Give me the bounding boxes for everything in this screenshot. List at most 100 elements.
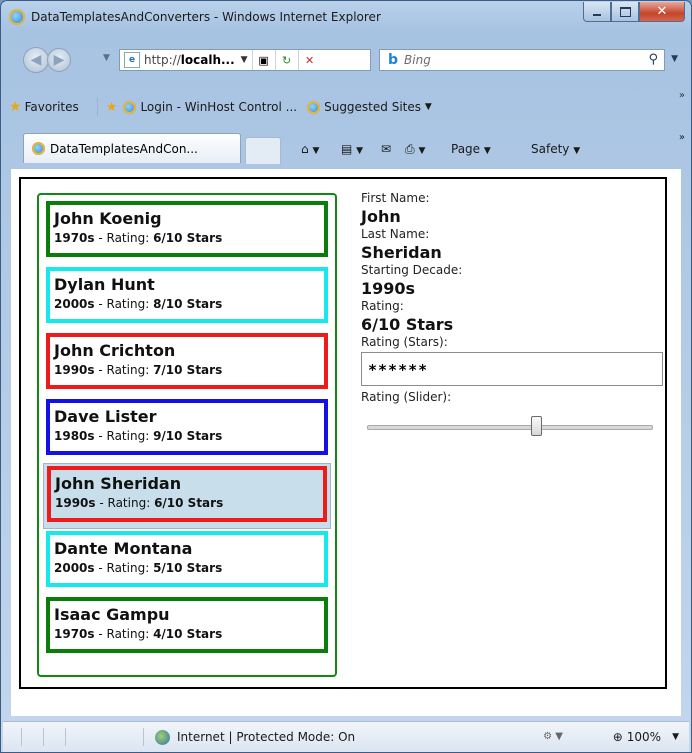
page-menu[interactable]: Page ▼ (451, 142, 491, 156)
suggested-sites-label: Suggested Sites (324, 100, 421, 114)
favorite-link-label: Login - WinHost Control ... (140, 100, 298, 114)
person-meta: 2000s - Rating: 8/10 Stars (54, 295, 320, 313)
slider-thumb[interactable] (530, 416, 542, 436)
compatibility-view-icon[interactable]: ▣ (251, 50, 275, 70)
address-dropdown-icon[interactable]: ▼ (241, 55, 248, 65)
person-name: John Koenig (54, 209, 162, 228)
person-decade: 1980s (54, 429, 95, 443)
back-arrow-icon: ◀ (30, 52, 42, 68)
page-viewport: John Koenig 1970s - Rating: 6/10 Stars Dyl… (11, 169, 681, 716)
rating-stars-textbox[interactable]: ****** (361, 352, 663, 386)
list-item[interactable]: Dylan Hunt 2000s - Rating: 8/10 Stars (43, 265, 331, 331)
zoom-text: 100% (626, 730, 661, 744)
url-scheme: http:// (144, 53, 181, 67)
person-name: Isaac Gampu (54, 605, 170, 624)
minimize-button[interactable] (583, 2, 611, 22)
slider-track[interactable] (367, 425, 653, 430)
chevron-down-icon: ▼ (356, 146, 364, 156)
search-input[interactable]: Bing (404, 53, 664, 67)
person-card: John Koenig 1970s - Rating: 6/10 Stars (46, 201, 328, 257)
status-bar: Internet | Protected Mode: On ⚙ ▼ ⊕ 100%… (3, 721, 689, 752)
list-item[interactable]: Isaac Gampu 1970s - Rating: 4/10 Stars (43, 595, 331, 661)
window-title: DataTemplatesAndConverters - Windows Int… (31, 10, 381, 24)
search-box[interactable]: b Bing ⚲ ▼ (379, 49, 678, 71)
address-bar[interactable]: e http://localh... ▼ ▣ ↻ ✕ (119, 49, 371, 71)
close-icon: ✕ (656, 4, 668, 19)
browser-window: DataTemplatesAndConverters - Windows Int… (0, 0, 692, 753)
list-item[interactable]: John Crichton 1990s - Rating: 7/10 Stars (43, 331, 331, 397)
read-mail-button[interactable]: ✉ (381, 142, 391, 156)
favorites-bar: ★ Favorites ★ Login - WinHost Control ..… (3, 90, 689, 120)
status-divider (143, 728, 144, 746)
zoom-icon: ⊕ (612, 730, 623, 744)
rating-prefix: - Rating: (94, 627, 154, 641)
search-icon[interactable]: ⚲ (648, 52, 658, 67)
person-rating: 6/10 Stars (153, 231, 223, 245)
tab-label: DataTemplatesAndCon... (50, 141, 198, 156)
add-favorites-icon[interactable]: ★ (106, 100, 118, 115)
ie-logo-icon (9, 9, 25, 25)
rating-prefix: - Rating: (94, 429, 154, 443)
person-rating: 7/10 Stars (153, 363, 223, 377)
home-icon: ⌂ (301, 142, 309, 156)
bing-logo-icon: b (388, 52, 399, 68)
rating-slider[interactable] (361, 415, 653, 439)
safety-menu-label: Safety (531, 142, 570, 156)
rating-label: Rating: (361, 299, 404, 313)
person-meta: 1990s - Rating: 7/10 Stars (54, 361, 320, 379)
ie-page-icon (123, 100, 137, 114)
recent-pages-dropdown[interactable]: ▼ (103, 53, 110, 63)
person-rating: 9/10 Stars (153, 429, 223, 443)
title-bar: DataTemplatesAndConverters - Windows Int… (1, 1, 691, 35)
caption-buttons: ✕ (583, 2, 685, 24)
status-divider (43, 728, 44, 746)
tab-active[interactable]: DataTemplatesAndCon... (23, 133, 241, 163)
rating-prefix: - Rating: (94, 561, 154, 575)
person-meta: 1970s - Rating: 4/10 Stars (54, 625, 320, 643)
home-button[interactable]: ⌂ ▼ (301, 142, 319, 156)
forward-arrow-icon: ▶ (53, 52, 65, 68)
chevron-down-icon: ▼ (483, 146, 491, 156)
address-row: ◀ ▶ ▼ e http://localh... ▼ ▣ ↻ ✕ b Bing … (1, 45, 691, 75)
favorites-star-icon: ★ (9, 99, 22, 115)
close-button[interactable]: ✕ (639, 2, 685, 22)
rating-prefix: - Rating: (94, 231, 154, 245)
overflow-chevron-icon[interactable]: » (679, 90, 685, 101)
status-divider (65, 728, 66, 746)
rating-prefix: - Rating: (94, 363, 154, 377)
favorite-link-login[interactable]: Login - WinHost Control ... (123, 100, 297, 114)
list-item[interactable]: Dave Lister 1980s - Rating: 9/10 Stars (43, 397, 331, 463)
person-name: John Crichton (54, 341, 176, 360)
security-zone-text: Internet | Protected Mode: On (177, 730, 356, 744)
details-panel: First Name: John Last Name: Sheridan Sta… (361, 191, 663, 439)
list-item[interactable]: John Sheridan 1990s - Rating: 6/10 Stars (43, 463, 331, 529)
protected-mode-icon[interactable]: ⚙ ▼ (543, 731, 563, 742)
tab-row: DataTemplatesAndCon... ⌂ ▼ ▤ ▼ ✉ ⎙ ▼ Pag… (3, 132, 689, 164)
list-item[interactable]: Dante Montana 2000s - Rating: 5/10 Stars (43, 529, 331, 595)
refresh-icon[interactable]: ↻ (274, 50, 298, 70)
maximize-button[interactable] (611, 2, 639, 22)
back-button[interactable]: ◀ (23, 47, 49, 73)
mail-icon: ✉ (381, 142, 392, 156)
favorites-button[interactable]: Favorites (25, 100, 79, 114)
safety-menu[interactable]: Safety ▼ (531, 142, 580, 156)
last-name-value: Sheridan (361, 243, 442, 262)
zoom-dropdown-icon[interactable]: ▼ (672, 732, 679, 742)
suggested-sites-button[interactable]: Suggested Sites ▼ (307, 100, 432, 114)
new-tab-button[interactable] (245, 137, 281, 164)
maximize-icon (619, 6, 631, 17)
person-card: Dave Lister 1980s - Rating: 9/10 Stars (46, 399, 328, 455)
forward-button[interactable]: ▶ (47, 48, 71, 72)
people-listbox[interactable]: John Koenig 1970s - Rating: 6/10 Stars Dyl… (37, 193, 337, 677)
person-meta: 1990s - Rating: 6/10 Stars (55, 494, 319, 512)
commands-overflow-icon[interactable]: » (679, 132, 685, 143)
starting-decade-value: 1990s (361, 279, 416, 298)
last-name-label: Last Name: (361, 227, 430, 241)
print-button[interactable]: ⎙ ▼ (405, 142, 425, 157)
list-item[interactable]: John Koenig 1970s - Rating: 6/10 Stars (43, 199, 331, 265)
address-url[interactable]: http://localh... (144, 53, 235, 67)
search-options-icon[interactable]: ▼ (671, 54, 678, 64)
stop-icon[interactable]: ✕ (297, 50, 321, 70)
feeds-button[interactable]: ▤ ▼ (341, 142, 363, 156)
zoom-level[interactable]: ⊕ 100% (613, 730, 661, 744)
